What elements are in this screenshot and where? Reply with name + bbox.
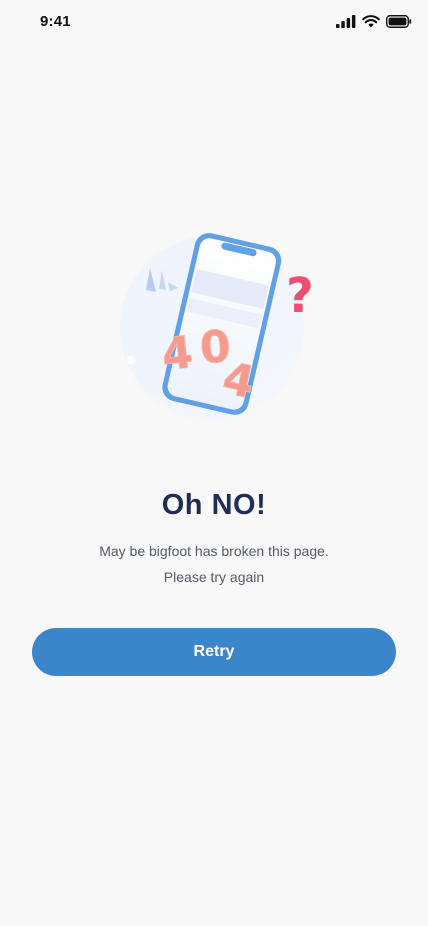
status-icons [336, 15, 412, 28]
retry-button[interactable]: Retry [32, 628, 396, 676]
status-bar: 9:41 [0, 0, 428, 44]
error-message-line1: May be bigfoot has broken this page. [99, 543, 329, 559]
status-time: 9:41 [40, 13, 71, 30]
wifi-icon [362, 15, 380, 28]
question-mark-icon: ? [286, 268, 314, 324]
error-title: Oh NO! [161, 489, 267, 521]
signal-icon [336, 15, 356, 28]
decor-dot [127, 356, 135, 364]
error-illustration: 4 0 4 ? [112, 228, 332, 428]
error-message-line2: Please try again [163, 569, 265, 585]
broken-phone-404-illustration: 4 0 4 ? [120, 233, 314, 420]
digit-4-first: 4 [159, 327, 195, 381]
battery-icon [386, 15, 412, 28]
